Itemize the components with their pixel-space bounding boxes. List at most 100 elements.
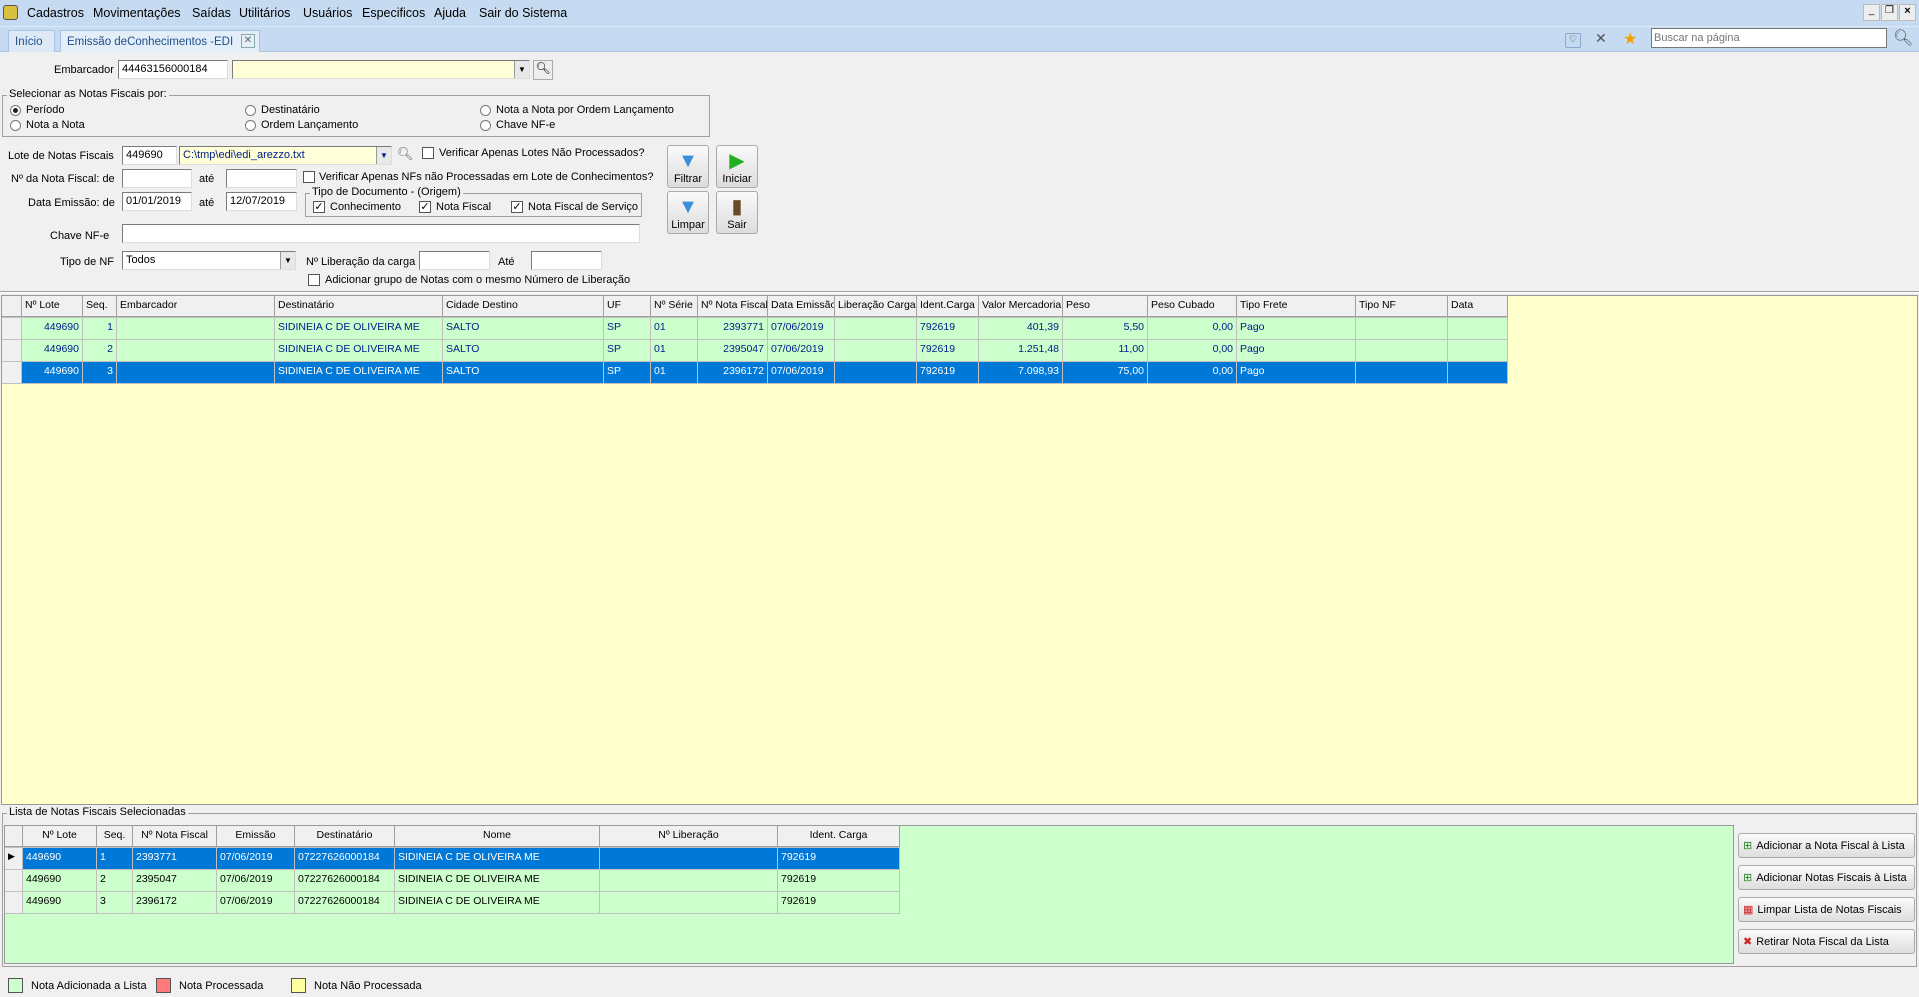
column-header[interactable]: Data (1448, 296, 1508, 317)
chevron-down-icon[interactable]: ▼ (514, 61, 529, 78)
column-header[interactable]: Peso Cubado (1148, 296, 1237, 317)
column-header[interactable]: Emissão (217, 826, 295, 847)
radio-3[interactable] (245, 120, 256, 131)
column-header[interactable]: Data Emissão (768, 296, 835, 317)
radio-4[interactable] (480, 105, 491, 116)
row-indicator[interactable] (2, 340, 22, 361)
lote-file-combo[interactable]: C:\tmp\edi\edi_arezzo.txt ▼ (179, 146, 392, 165)
chk-tipo-doc[interactable]: ✓ (313, 201, 325, 213)
column-header[interactable]: Seq. (83, 296, 117, 317)
table-row[interactable]: 449690 2 2395047 07/06/2019 07227626000184 SI… (5, 870, 900, 892)
table-row[interactable]: 449690 3 SIDINEIA C DE OLIVEIRA ME SALTO SP 0… (2, 362, 1508, 384)
search-icon[interactable]: 🔍︎ (1893, 28, 1913, 48)
column-header[interactable]: UF (604, 296, 651, 317)
unpin-icon[interactable]: ✕ (1595, 30, 1607, 47)
legend-swatch (156, 978, 171, 993)
iniciar-button[interactable]: ▶ Iniciar (716, 145, 758, 188)
radio-label: Período (26, 104, 65, 116)
table-row[interactable]: 449690 3 2396172 07/06/2019 07227626000184 SI… (5, 892, 900, 914)
table-cell: 1 (97, 848, 133, 869)
lote-search-icon[interactable]: 🔍︎ (397, 146, 414, 162)
embarcador-combo[interactable]: ▼ (232, 60, 530, 79)
chk-lotes-nao-processados[interactable] (422, 147, 434, 159)
restore-button[interactable]: ❐ (1881, 4, 1898, 21)
table-row[interactable]: ▶ 449690 1 2393771 07/06/2019 07227626000184 S… (5, 848, 900, 870)
favorites-dropdown-icon[interactable]: ♡ (1565, 33, 1581, 48)
row-indicator[interactable] (2, 318, 22, 339)
column-header[interactable]: Valor Mercadoria (979, 296, 1063, 317)
close-button[interactable]: × (1899, 4, 1916, 21)
data-from-field[interactable]: 01/01/2019 (122, 192, 192, 211)
star-icon[interactable]: ★ (1623, 29, 1637, 49)
notas-grid[interactable]: Nº Lote Seq. Embarcador Destinatário Cidade … (1, 295, 1918, 805)
column-header[interactable]: Tipo NF (1356, 296, 1448, 317)
list-action-button[interactable]: ▦ Limpar Lista de Notas Fiscais (1738, 897, 1915, 922)
table-row[interactable]: 449690 1 SIDINEIA C DE OLIVEIRA ME SALTO SP 0… (2, 318, 1508, 340)
chave-field[interactable] (122, 224, 640, 243)
close-tab-icon[interactable]: ✕ (241, 34, 255, 48)
column-header[interactable]: Nº Série (651, 296, 698, 317)
menu-sair[interactable]: Sair do Sistema (479, 6, 567, 20)
column-header[interactable]: Nome (395, 826, 600, 847)
column-header[interactable]: Seq. (97, 826, 133, 847)
embarcador-field[interactable]: 44463156000184 (118, 60, 228, 79)
radio-1[interactable] (10, 120, 21, 131)
lista-grid[interactable]: Nº Lote Seq. Nº Nota Fiscal Emissão Destinat… (4, 825, 1734, 964)
column-header[interactable]: Nº Nota Fiscal (698, 296, 768, 317)
column-header[interactable]: Embarcador (117, 296, 275, 317)
table-cell: 792619 (917, 362, 979, 383)
row-indicator[interactable] (2, 362, 22, 383)
legend-swatch (291, 978, 306, 993)
search-input[interactable] (1651, 28, 1887, 48)
chk-adicionar-grupo[interactable] (308, 274, 320, 286)
column-header[interactable]: Destinatário (275, 296, 443, 317)
column-header[interactable]: Ident.Carga (917, 296, 979, 317)
menu-cadastros[interactable]: Cadastros (27, 6, 84, 20)
sair-button[interactable]: ▮ Sair (716, 191, 758, 234)
menu-ajuda[interactable]: Ajuda (434, 6, 466, 20)
chk-nfs-nao-processadas[interactable] (303, 171, 315, 183)
nf-to-field[interactable] (226, 169, 297, 188)
column-header[interactable]: Peso (1063, 296, 1148, 317)
column-header[interactable]: Nº Lote (22, 296, 83, 317)
minimize-button[interactable]: _ (1863, 4, 1880, 21)
radio-2[interactable] (245, 105, 256, 116)
row-indicator[interactable] (5, 870, 23, 891)
row-indicator[interactable] (5, 892, 23, 913)
chk-tipo-doc[interactable]: ✓ (419, 201, 431, 213)
column-header[interactable]: Liberação Carga (835, 296, 917, 317)
list-action-button[interactable]: ⊞ Adicionar a Nota Fiscal à Lista (1738, 833, 1915, 858)
chevron-down-icon[interactable]: ▼ (376, 147, 391, 164)
row-indicator[interactable]: ▶ (5, 848, 23, 869)
column-header[interactable]: Ident. Carga (778, 826, 900, 847)
table-row[interactable]: 449690 2 SIDINEIA C DE OLIVEIRA ME SALTO SP 0… (2, 340, 1508, 362)
embarcador-search-button[interactable]: 🔍︎ (533, 60, 553, 80)
lote-field[interactable]: 449690 (122, 146, 177, 165)
column-header[interactable]: Nº Liberação (600, 826, 778, 847)
tab-emissao-edi[interactable]: Emissão deConhecimentos -EDI ✕ (60, 30, 260, 52)
column-header[interactable]: Destinatário (295, 826, 395, 847)
data-to-field[interactable]: 12/07/2019 (226, 192, 297, 211)
column-header[interactable]: Tipo Frete (1237, 296, 1356, 317)
radio-0[interactable] (10, 105, 21, 116)
list-action-button[interactable]: ⊞ Adicionar Notas Fiscais à Lista (1738, 865, 1915, 890)
menu-saidas[interactable]: Saídas (192, 6, 231, 20)
list-action-button[interactable]: ✖ Retirar Nota Fiscal da Lista (1738, 929, 1915, 954)
radio-5[interactable] (480, 120, 491, 131)
filtrar-button[interactable]: ▼ Filtrar (667, 145, 709, 188)
menu-usuarios[interactable]: Usuários (303, 6, 352, 20)
column-header[interactable]: Nº Nota Fiscal (133, 826, 217, 847)
column-header[interactable]: Nº Lote (23, 826, 97, 847)
menu-especificos[interactable]: Especificos (362, 6, 425, 20)
tab-inicio[interactable]: Início (8, 30, 55, 52)
menu-movimentacoes[interactable]: Movimentações (93, 6, 181, 20)
liberacao-to-field[interactable] (531, 251, 602, 270)
chk-tipo-doc[interactable]: ✓ (511, 201, 523, 213)
liberacao-from-field[interactable] (419, 251, 490, 270)
limpar-button[interactable]: ▼ Limpar (667, 191, 709, 234)
menu-utilitarios[interactable]: Utilitários (239, 6, 290, 20)
tipo-nf-select[interactable]: Todos ▼ (122, 251, 296, 270)
chevron-down-icon[interactable]: ▼ (280, 252, 295, 269)
column-header[interactable]: Cidade Destino (443, 296, 604, 317)
nf-from-field[interactable] (122, 169, 192, 188)
